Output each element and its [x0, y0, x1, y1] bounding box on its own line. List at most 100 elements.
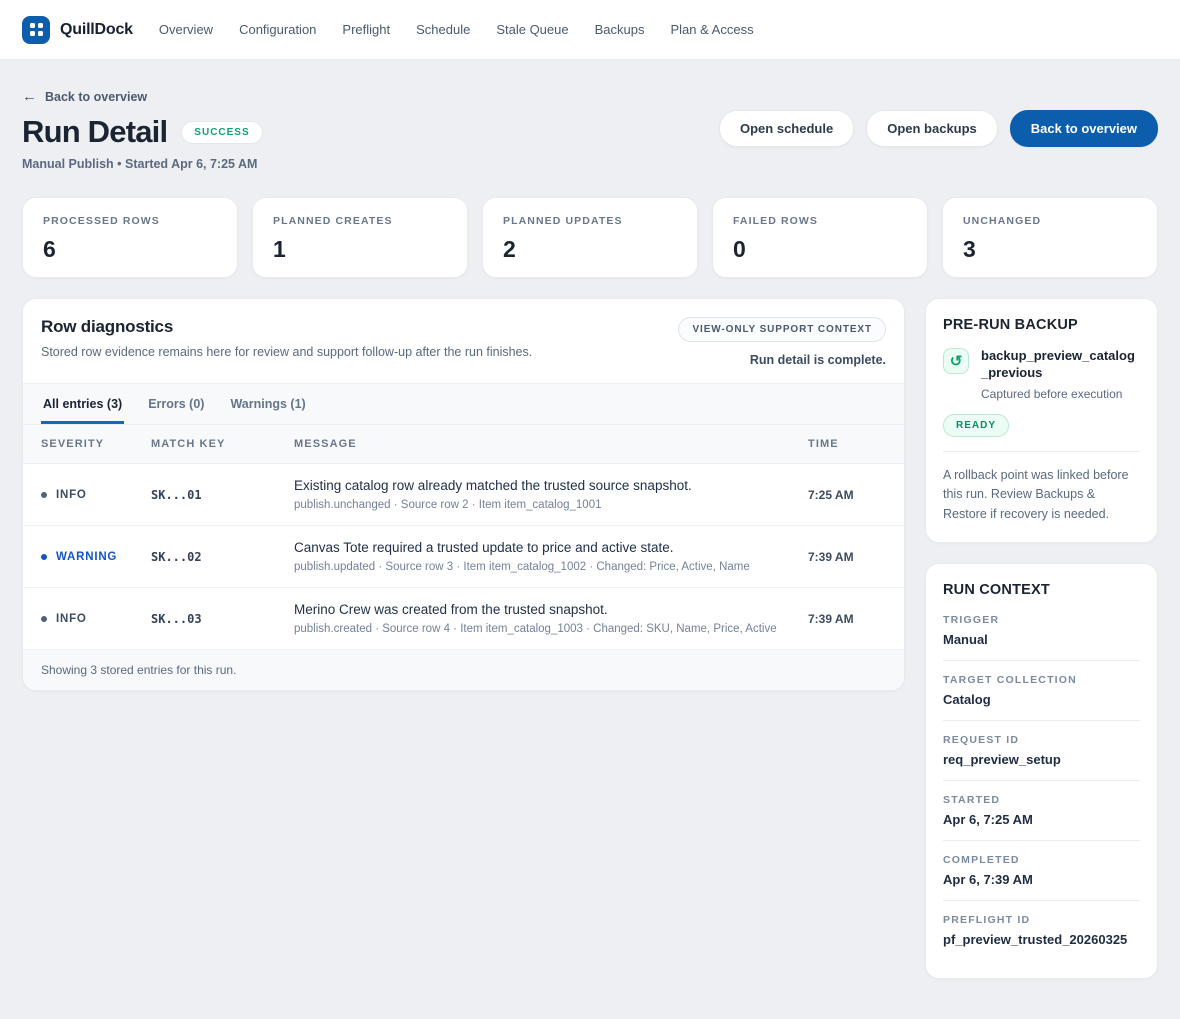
match-key: SK...03 [151, 612, 294, 626]
view-only-context-badge: VIEW-ONLY SUPPORT CONTEXT [678, 317, 886, 342]
context-label: REQUEST ID [943, 734, 1140, 746]
context-entry-started: STARTED Apr 6, 7:25 AM [943, 780, 1140, 840]
status-badge: SUCCESS [181, 121, 262, 144]
table-row[interactable]: WARNING SK...02 Canvas Tote required a t… [23, 526, 904, 588]
context-label: TARGET COLLECTION [943, 674, 1140, 686]
context-entry-request-id: REQUEST ID req_preview_setup [943, 720, 1140, 780]
match-key: SK...02 [151, 550, 294, 564]
column-match-key: MATCH KEY [151, 438, 294, 450]
tab-all-entries[interactable]: All entries (3) [41, 384, 124, 424]
arrow-left-icon: ← [22, 88, 37, 105]
ready-badge: READY [943, 414, 1009, 437]
restore-icon: ↺ [943, 348, 969, 374]
stat-label: PROCESSED ROWS [43, 215, 217, 227]
right-sidebar: PRE-RUN BACKUP ↺ backup_preview_catalog_… [925, 298, 1158, 979]
nav-item-schedule[interactable]: Schedule [416, 22, 470, 37]
row-message: Canvas Tote required a trusted update to… [294, 540, 808, 555]
diagnostics-tabs: All entries (3) Errors (0) Warnings (1) [23, 383, 904, 424]
context-value: Apr 6, 7:39 AM [943, 872, 1140, 900]
app-logo-grid-dots-icon[interactable] [22, 16, 50, 44]
stat-value: 3 [963, 236, 1137, 263]
row-time: 7:39 AM [808, 550, 886, 564]
table-row[interactable]: INFO SK...01 Existing catalog row alread… [23, 464, 904, 526]
column-severity: SEVERITY [41, 438, 151, 450]
diagnostics-title: Row diagnostics [41, 317, 532, 337]
backup-card-title: PRE-RUN BACKUP [943, 317, 1140, 333]
nav-item-backups[interactable]: Backups [595, 22, 645, 37]
row-meta: publish.created · Source row 4 · Item it… [294, 623, 808, 635]
page-subtitle: Manual Publish • Started Apr 6, 7:25 AM [22, 157, 263, 171]
stat-value: 6 [43, 236, 217, 263]
nav-item-plan-access[interactable]: Plan & Access [670, 22, 753, 37]
stat-card-processed-rows: PROCESSED ROWS 6 [22, 197, 238, 278]
context-label: PREFLIGHT ID [943, 914, 1140, 926]
backup-note: A rollback point was linked before this … [943, 466, 1140, 524]
stat-label: PLANNED UPDATES [503, 215, 677, 227]
back-link-label: Back to overview [45, 90, 147, 104]
context-entry-target-collection: TARGET COLLECTION Catalog [943, 660, 1140, 720]
column-time: TIME [808, 438, 886, 450]
row-message: Merino Crew was created from the trusted… [294, 602, 808, 617]
back-to-overview-button[interactable]: Back to overview [1010, 110, 1158, 147]
context-value: pf_preview_trusted_20260325 [943, 932, 1140, 960]
context-entry-trigger: TRIGGER Manual [943, 601, 1140, 660]
open-backups-button[interactable]: Open backups [866, 110, 998, 147]
brand-name: QuillDock [60, 21, 133, 39]
severity-dot-icon [41, 616, 47, 622]
context-label: STARTED [943, 794, 1140, 806]
stat-card-planned-updates: PLANNED UPDATES 2 [482, 197, 698, 278]
table-header: SEVERITY MATCH KEY MESSAGE TIME [23, 424, 904, 464]
tab-errors[interactable]: Errors (0) [146, 384, 206, 424]
severity-dot-icon [41, 554, 47, 560]
context-entry-completed: COMPLETED Apr 6, 7:39 AM [943, 840, 1140, 900]
context-label: COMPLETED [943, 854, 1140, 866]
context-value: req_preview_setup [943, 752, 1140, 780]
logo-dot [38, 23, 43, 28]
logo-dot [30, 23, 35, 28]
top-bar: QuillDock Overview Configuration Preflig… [0, 0, 1180, 60]
nav-item-overview[interactable]: Overview [159, 22, 213, 37]
row-time: 7:25 AM [808, 488, 886, 502]
main-nav: Overview Configuration Preflight Schedul… [159, 22, 754, 37]
open-schedule-button[interactable]: Open schedule [719, 110, 854, 147]
context-value: Catalog [943, 692, 1140, 720]
match-key: SK...01 [151, 488, 294, 502]
stat-value: 0 [733, 236, 907, 263]
run-context-title: RUN CONTEXT [943, 582, 1140, 598]
table-row[interactable]: INFO SK...03 Merino Crew was created fro… [23, 588, 904, 650]
pre-run-backup-card: PRE-RUN BACKUP ↺ backup_preview_catalog_… [925, 298, 1158, 543]
severity-label: INFO [56, 489, 87, 501]
header-actions: Open schedule Open backups Back to overv… [719, 110, 1158, 171]
divider [943, 451, 1140, 452]
backup-subtitle: Captured before execution [981, 387, 1140, 401]
backup-name: backup_preview_catalog_previous [981, 348, 1140, 382]
context-value: Apr 6, 7:25 AM [943, 812, 1140, 840]
logo-dot [38, 31, 43, 36]
page-title: Run Detail [22, 114, 167, 150]
row-meta: publish.unchanged · Source row 2 · Item … [294, 499, 808, 511]
stat-card-failed-rows: FAILED ROWS 0 [712, 197, 928, 278]
stat-value: 2 [503, 236, 677, 263]
stat-value: 1 [273, 236, 447, 263]
severity-label: INFO [56, 613, 87, 625]
run-context-card: RUN CONTEXT TRIGGER Manual TARGET COLLEC… [925, 563, 1158, 979]
stat-label: PLANNED CREATES [273, 215, 447, 227]
stat-label: UNCHANGED [963, 215, 1137, 227]
context-label: TRIGGER [943, 614, 1140, 626]
row-diagnostics-panel: Row diagnostics Stored row evidence rema… [22, 298, 905, 691]
run-complete-note: Run detail is complete. [678, 353, 886, 367]
diagnostics-subtitle: Stored row evidence remains here for rev… [41, 345, 532, 359]
stat-label: FAILED ROWS [733, 215, 907, 227]
context-value: Manual [943, 632, 1140, 660]
nav-item-configuration[interactable]: Configuration [239, 22, 316, 37]
tab-warnings[interactable]: Warnings (1) [228, 384, 307, 424]
column-message: MESSAGE [294, 438, 808, 450]
severity-dot-icon [41, 492, 47, 498]
context-entry-preflight-id: PREFLIGHT ID pf_preview_trusted_20260325 [943, 900, 1140, 960]
back-to-overview-link[interactable]: ← Back to overview [22, 88, 147, 105]
table-footer-note: Showing 3 stored entries for this run. [23, 650, 904, 690]
logo-dot [30, 31, 35, 36]
nav-item-stale-queue[interactable]: Stale Queue [496, 22, 568, 37]
row-meta: publish.updated · Source row 3 · Item it… [294, 561, 808, 573]
nav-item-preflight[interactable]: Preflight [342, 22, 390, 37]
